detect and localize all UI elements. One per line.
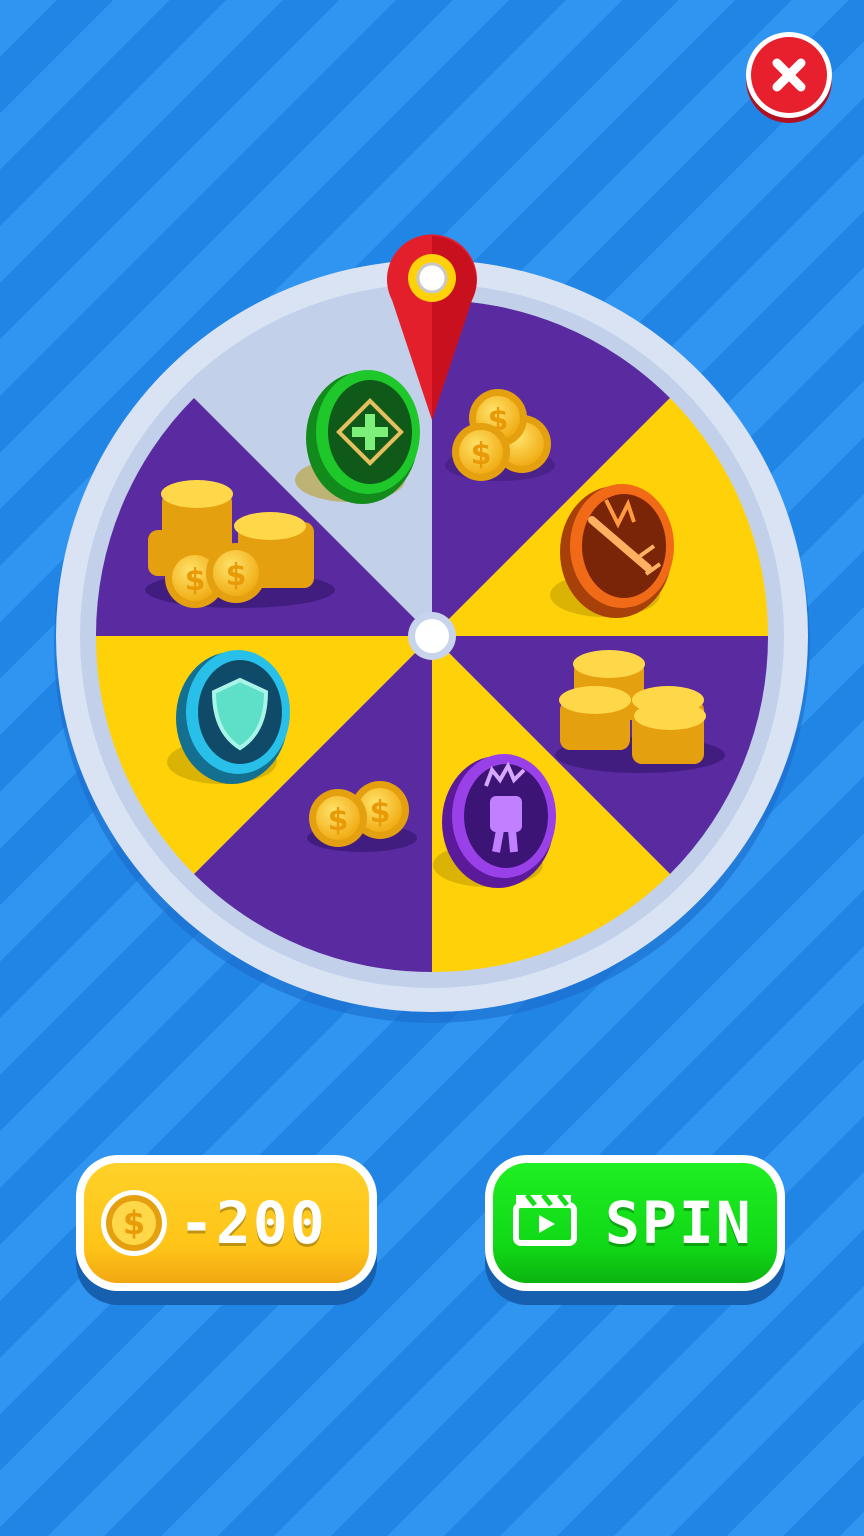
prize-wheel: $ $ $ $ $ $	[0, 0, 864, 1100]
coin-icon: $	[101, 1190, 167, 1256]
video-ad-icon	[513, 1193, 577, 1246]
spin-with-coins-button[interactable]: $ -200	[84, 1163, 369, 1283]
svg-text:$: $	[471, 437, 492, 472]
svg-text:$: $	[370, 795, 391, 830]
svg-text:$: $	[328, 803, 349, 838]
svg-text:$: $	[226, 558, 247, 593]
svg-text:$: $	[123, 1204, 145, 1242]
spin-label: SPIN	[605, 1189, 753, 1257]
svg-text:$: $	[185, 563, 206, 598]
spin-button[interactable]: SPIN	[493, 1163, 777, 1283]
coin-cost-label: -200	[179, 1189, 327, 1257]
